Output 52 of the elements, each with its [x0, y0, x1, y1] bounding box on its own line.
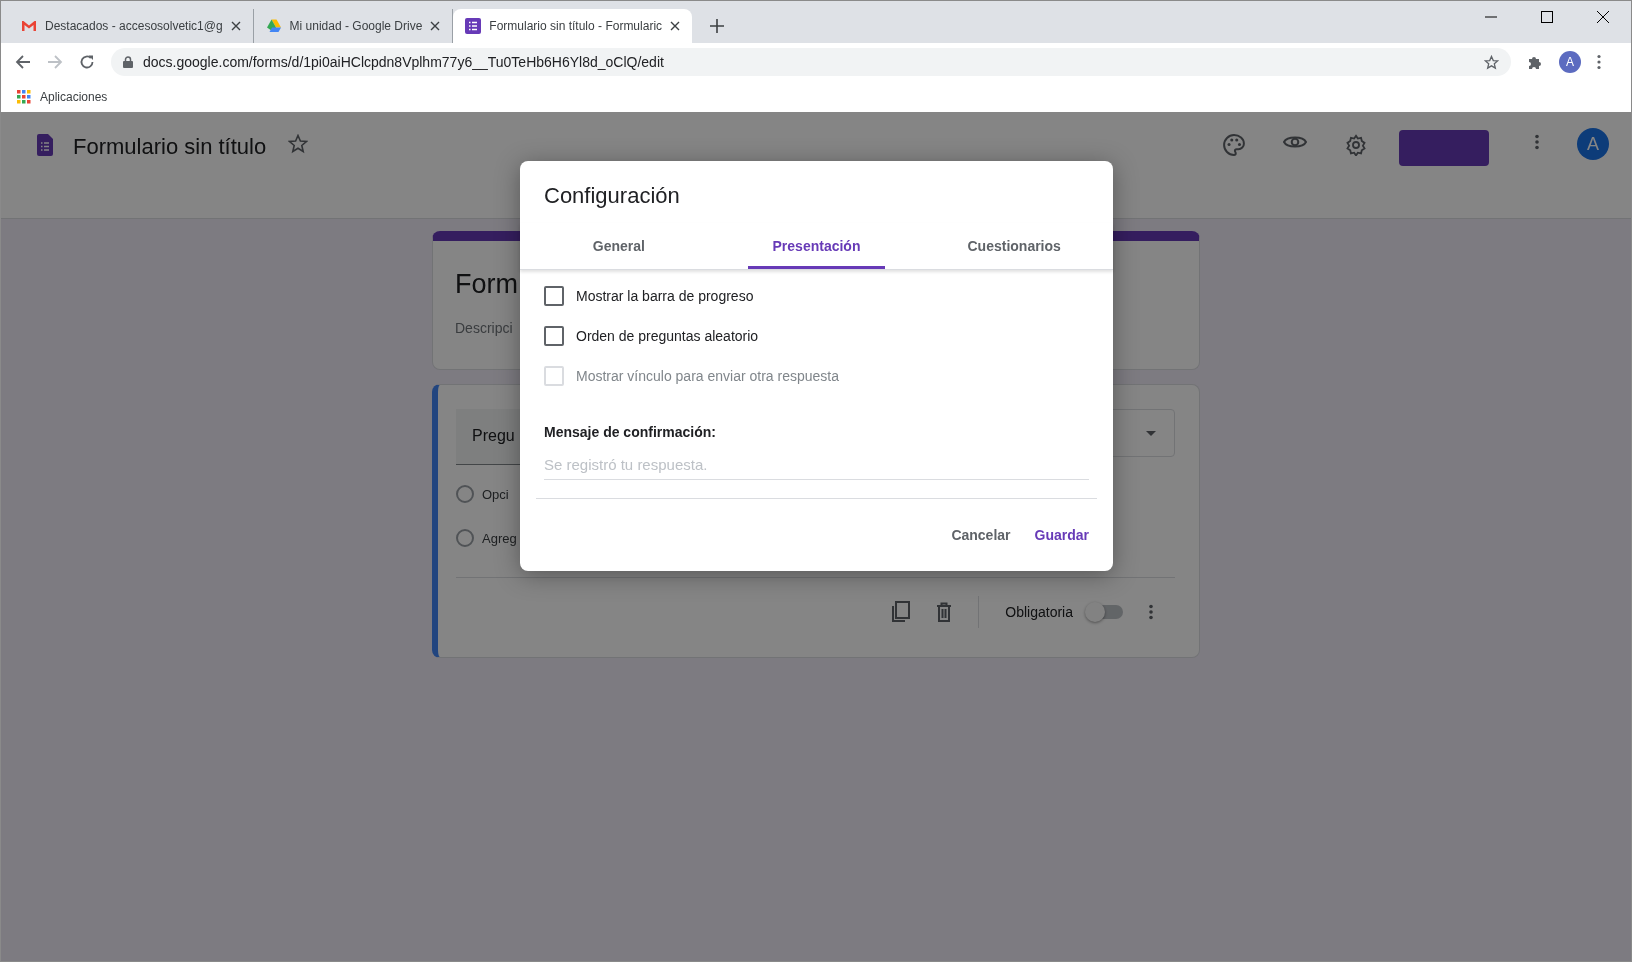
confirmation-label: Mensaje de confirmación:: [544, 424, 717, 440]
checkbox[interactable]: [544, 286, 564, 306]
back-arrow-icon[interactable]: [15, 54, 31, 70]
form-document-icon[interactable]: [37, 134, 53, 156]
settings-icon[interactable]: [1345, 134, 1367, 156]
form-description[interactable]: Descripci: [455, 320, 513, 336]
address-bar[interactable]: docs.google.com/forms/d/1pi0aiHClcpdn8Vplhm77y6__Tu0TeHb6H6Yl8d_oClQ/edit: [111, 48, 1511, 76]
option-text[interactable]: Agreg: [482, 530, 517, 546]
more-vertical-icon[interactable]: [1597, 54, 1601, 70]
form-heading[interactable]: Form: [455, 269, 518, 300]
checkbox-label: Mostrar vínculo para enviar otra respuesta: [576, 368, 839, 384]
checkbox-label: Mostrar la barra de progreso: [576, 288, 754, 304]
save-button[interactable]: Guardar: [1026, 519, 1097, 551]
required-label: Obligatoria: [1005, 604, 1073, 620]
more-vertical-icon[interactable]: [1535, 134, 1539, 150]
browser-tab[interactable]: Formulario sin título - Formularic: [453, 9, 693, 43]
settings-tab[interactable]: Cuestionarios: [945, 223, 1083, 269]
settings-tab[interactable]: General: [550, 223, 688, 269]
star-icon[interactable]: [288, 134, 309, 154]
palette-icon[interactable]: [1223, 134, 1245, 156]
copy-icon[interactable]: [890, 601, 911, 623]
form-title[interactable]: Formulario sin título: [73, 134, 267, 160]
profile-avatar[interactable]: A: [1559, 51, 1581, 73]
close-icon[interactable]: [1597, 11, 1609, 23]
reload-icon[interactable]: [79, 54, 95, 70]
new-tab-icon[interactable]: [710, 19, 725, 33]
grid-icon: [17, 89, 31, 104]
required-toggle[interactable]: [1087, 605, 1123, 619]
bookmark-link[interactable]: Aplicaciones: [17, 89, 108, 104]
eye-icon[interactable]: [1283, 134, 1307, 150]
radio-button[interactable]: [456, 529, 474, 547]
checkbox[interactable]: [544, 326, 564, 346]
dropdown-caret-icon: [1146, 430, 1156, 436]
maximize-icon[interactable]: [1541, 11, 1553, 23]
triangle-logo-icon: [265, 18, 282, 34]
dialog-title: Configuración: [543, 182, 681, 209]
mail-logo-icon: [21, 18, 37, 34]
trash-icon[interactable]: [936, 602, 953, 622]
url-text: docs.google.com/forms/d/1pi0aiHClcpdn8Vplhm77y6__Tu0TeHb6H6Yl8d_oClQ/edit: [143, 54, 664, 70]
puzzle-piece-icon[interactable]: [1527, 54, 1543, 70]
radio-button[interactable]: [456, 485, 474, 503]
settings-tab[interactable]: Presentación: [747, 223, 886, 269]
checkbox-label: Orden de preguntas aleatorio: [576, 328, 759, 344]
close-icon[interactable]: [430, 21, 441, 31]
close-icon[interactable]: [230, 21, 241, 31]
star-icon[interactable]: [1484, 54, 1499, 70]
lock-icon: [123, 56, 133, 68]
close-icon[interactable]: [670, 21, 681, 31]
option-text[interactable]: Opci: [482, 486, 509, 502]
more-vertical-icon[interactable]: [1149, 604, 1153, 620]
form-logo-icon: [465, 18, 482, 34]
cancel-button[interactable]: Cancelar: [943, 519, 1019, 551]
